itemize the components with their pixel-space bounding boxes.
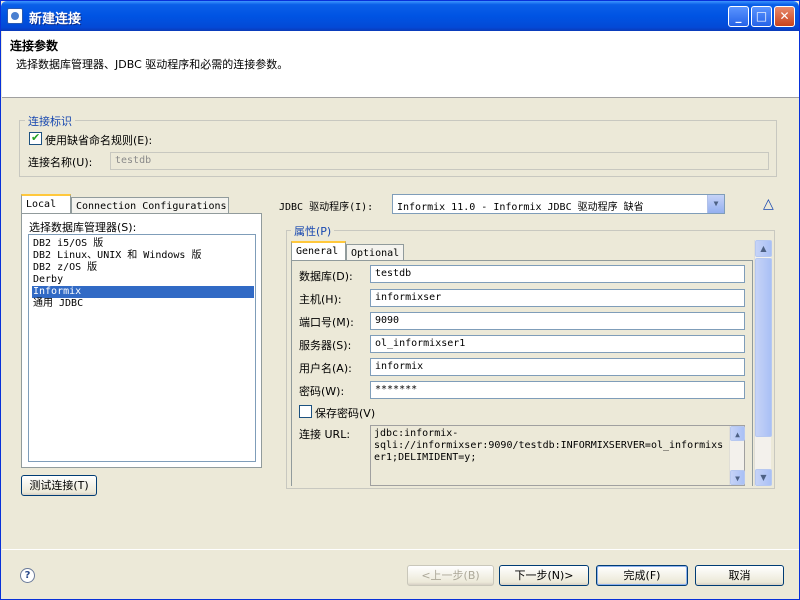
scroll-up-icon[interactable]: ▲	[755, 240, 772, 257]
connection-name-field[interactable]: testdb	[110, 152, 769, 170]
minimize-button[interactable]: _	[728, 6, 749, 27]
host-field[interactable]: informixser	[370, 289, 745, 307]
db-manager-list[interactable]: DB2 i5/OS 版 DB2 Linux、UNIX 和 Windows 版 D…	[28, 234, 256, 462]
list-item[interactable]: Derby	[32, 274, 254, 286]
password-field[interactable]: *******	[370, 381, 745, 399]
jdbc-driver-select[interactable]: Informix 11.0 - Informix JDBC 驱动程序 缺省 ▼	[392, 194, 725, 214]
connection-url-label: 连接 URL:	[299, 428, 351, 441]
next-button[interactable]: 下一步(N)>	[499, 565, 589, 586]
scroll-down-icon[interactable]: ▼	[730, 470, 745, 485]
cancel-button[interactable]: 取消	[695, 565, 784, 586]
list-item-selected[interactable]: Informix	[32, 286, 254, 298]
jdbc-driver-label: JDBC 驱动程序(I):	[279, 202, 374, 213]
header-description: 选择数据库管理器、JDBC 驱动程序和必需的连接参数。	[16, 58, 289, 71]
save-password-label: 保存密码(V)	[315, 407, 376, 420]
server-label: 服务器(S):	[299, 339, 352, 352]
db-manager-label: 选择数据库管理器(S):	[29, 221, 137, 234]
help-icon[interactable]: ?	[20, 568, 35, 583]
server-field[interactable]: ol_informixser1	[370, 335, 745, 353]
database-field[interactable]: testdb	[370, 265, 745, 283]
connection-url-field[interactable]: jdbc:informix- sqli://informixser:9090/t…	[370, 425, 745, 486]
tab-local[interactable]: Local	[21, 194, 71, 214]
list-item[interactable]: DB2 Linux、UNIX 和 Windows 版	[32, 250, 254, 262]
maximize-button[interactable]: □	[751, 6, 772, 27]
connection-id-group-label: 连接标识	[25, 113, 75, 129]
scroll-down-icon[interactable]: ▼	[755, 469, 772, 486]
properties-scrollbar[interactable]: ▲ ▼	[754, 240, 772, 486]
url-line: sqli://informixser:9090/testdb:INFORMIXS…	[374, 440, 724, 451]
footer-divider	[2, 549, 799, 550]
finish-button[interactable]: 完成(F)	[596, 565, 688, 586]
host-label: 主机(H):	[299, 293, 342, 306]
chevron-down-icon[interactable]: ▼	[707, 195, 724, 213]
close-button[interactable]: ✕	[774, 6, 795, 27]
save-password-checkbox[interactable]	[299, 405, 312, 418]
triangle-icon[interactable]: △	[763, 196, 774, 212]
window-title: 新建连接	[29, 12, 82, 27]
url-line: jdbc:informix-	[374, 428, 459, 439]
connection-name-label: 连接名称(U):	[28, 156, 93, 169]
app-icon	[7, 8, 23, 24]
use-default-naming-label: 使用缺省命名规则(E):	[45, 134, 153, 147]
title-bar[interactable]: 新建连接 _ □ ✕	[1, 1, 799, 31]
dialog-header: 连接参数 选择数据库管理器、JDBC 驱动程序和必需的连接参数。	[2, 31, 799, 98]
jdbc-driver-value: Informix 11.0 - Informix JDBC 驱动程序 缺省	[397, 202, 644, 213]
scroll-up-icon[interactable]: ▲	[730, 426, 745, 441]
username-label: 用户名(A):	[299, 362, 352, 375]
port-label: 端口号(M):	[299, 316, 354, 329]
tab-general[interactable]: General	[291, 241, 346, 261]
header-title: 连接参数	[10, 39, 59, 53]
list-item[interactable]: 通用 JDBC	[32, 298, 254, 310]
scroll-thumb[interactable]	[755, 258, 772, 437]
list-item[interactable]: DB2 i5/OS 版	[32, 238, 254, 250]
back-button[interactable]: <上一步(B)	[407, 565, 494, 586]
use-default-naming-checkbox[interactable]	[29, 131, 42, 145]
port-field[interactable]: 9090	[370, 312, 745, 330]
url-scrollbar[interactable]: ▲ ▼	[729, 426, 745, 485]
properties-group-label: 属性(P)	[291, 223, 335, 239]
list-item[interactable]: DB2 z/OS 版	[32, 262, 254, 274]
url-line: er1;DELIMIDENT=y;	[374, 452, 477, 463]
database-label: 数据库(D):	[299, 270, 353, 283]
username-field[interactable]: informix	[370, 358, 745, 376]
new-connection-dialog: 新建连接 _ □ ✕ 连接参数 选择数据库管理器、JDBC 驱动程序和必需的连接…	[0, 0, 800, 600]
test-connection-button[interactable]: 测试连接(T)	[21, 475, 97, 496]
password-label: 密码(W):	[299, 385, 345, 398]
